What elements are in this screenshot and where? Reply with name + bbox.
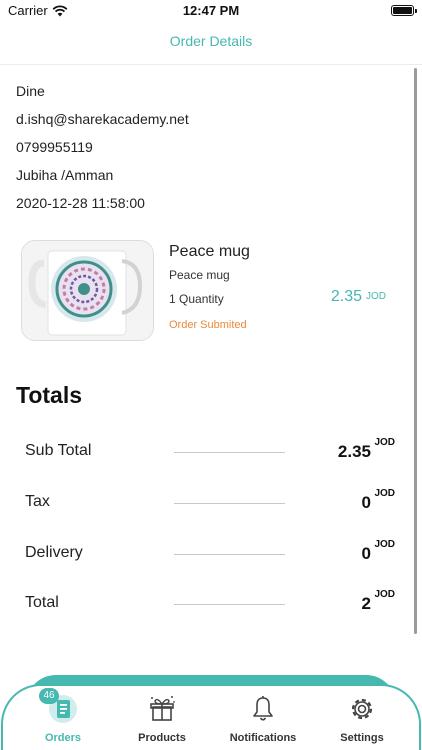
status-bar: Carrier 12:47 PM [0,0,422,22]
delivery-row: Delivery 0 JOD [25,539,395,569]
page-title: Order Details [169,33,253,49]
subtotal-value: 2.35 [337,442,371,461]
delivery-value: 0 [361,544,371,563]
tab-orders[interactable]: 46 Orders [21,688,105,750]
product-card[interactable]: Peace mug Peace mug 1 Quantity Order Sub… [16,235,406,347]
subtotal-currency: JOD [374,437,395,448]
tax-label: Tax [25,493,50,510]
tab-notifications[interactable]: Notifications [221,694,305,750]
order-status: Order Submited [169,319,247,331]
customer-info: Dine d.ishq@sharekacademy.net 0799955119… [16,80,189,220]
bell-icon [248,694,278,724]
row-divider [174,554,285,555]
order-datetime: 2020-12-28 11:58:00 [16,195,145,211]
tab-products[interactable]: Products [120,694,204,750]
battery-icon [391,5,417,16]
product-image [21,240,154,341]
product-price-currency: JOD [366,291,386,302]
product-name: Peace mug [169,243,250,260]
total-currency: JOD [374,589,395,600]
tax-currency: JOD [374,488,395,499]
customer-name: Dine [16,83,45,99]
subtotal-label: Sub Total [25,442,92,459]
tab-products-label: Products [138,732,186,744]
gear-icon [347,694,377,724]
tax-value: 0 [361,493,371,512]
tax-row: Tax 0 JOD [25,488,395,518]
mug-icon [22,241,153,340]
product-price-value: 2.35 [330,288,362,305]
row-divider [174,452,285,453]
clock: 12:47 PM [182,3,240,18]
scrollbar[interactable] [414,68,417,634]
total-value: 2 [361,594,371,613]
tab-orders-label: Orders [44,732,82,744]
nav-divider [0,64,422,65]
orders-icon: 46 [39,688,78,724]
total-label: Total [25,594,59,611]
row-divider [174,503,285,504]
customer-email: d.ishq@sharekacademy.net [16,111,189,127]
totals-heading: Totals [16,382,83,408]
tab-bar: 46 Orders Products Notifications Setting… [1,684,421,750]
tab-settings[interactable]: Settings [320,694,404,750]
gift-box-icon [147,694,177,724]
orders-count-badge: 46 [39,688,59,704]
customer-address: Jubiha /Amman [16,167,114,183]
row-divider [174,604,285,605]
tab-settings-label: Settings [340,732,384,744]
total-row: Total 2 JOD [25,589,395,619]
delivery-currency: JOD [374,539,395,550]
product-price: 2.35 JOD [331,288,386,306]
tab-bar-container: 46 Orders Products Notifications Setting… [0,675,422,750]
delivery-label: Delivery [25,544,83,561]
product-quantity: 1 Quantity [169,292,224,306]
product-subtitle: Peace mug [169,268,230,282]
subtotal-row: Sub Total 2.35 JOD [25,437,395,467]
tab-notifications-label: Notifications [229,732,297,744]
customer-phone: 0799955119 [16,139,93,155]
